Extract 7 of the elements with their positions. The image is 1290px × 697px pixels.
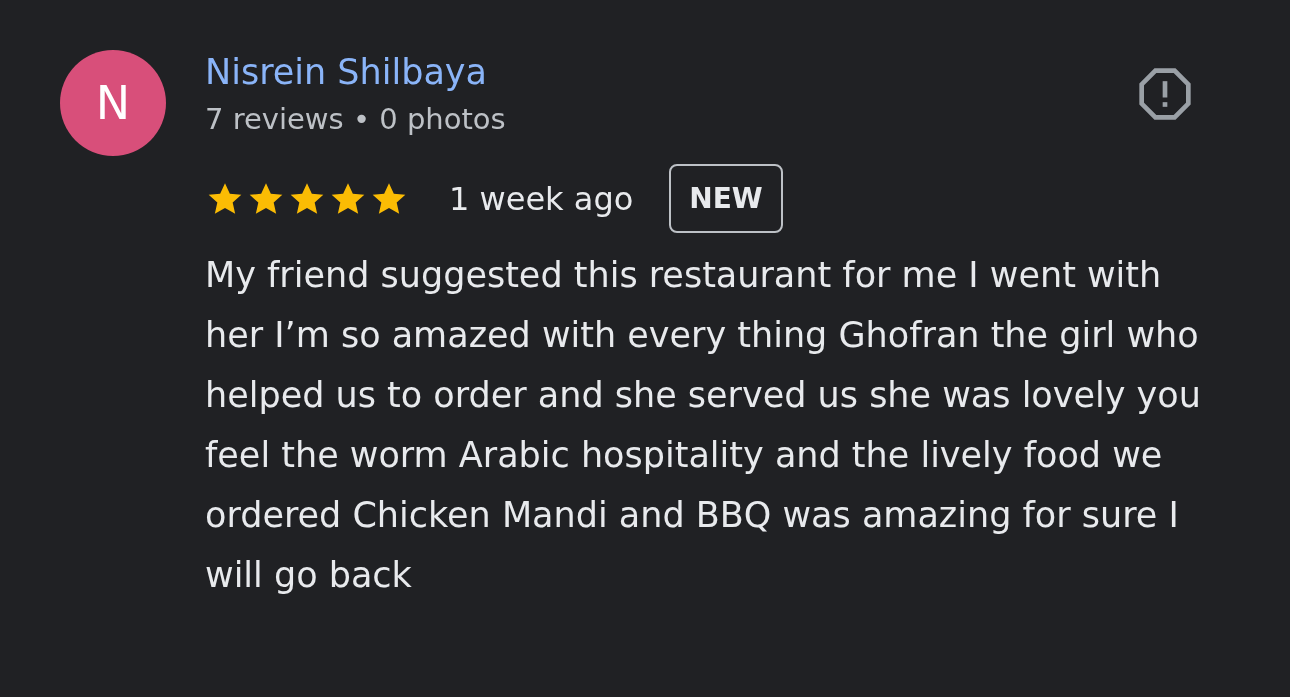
report-icon[interactable] — [1137, 66, 1193, 122]
review-text: My friend suggested this restaurant for me I went with her I’m so amazed with every thing Ghofran the girl who helped us to order and she served us she was lovely you feel the worm Arabic hospitality and the lively food we ordered Chicken Mandi and BBQ was amazing for sure I will go back — [205, 254, 1202, 597]
author-name[interactable]: Nisrein Shilbaya — [205, 50, 506, 94]
author-stats: 7 reviews • 0 photos — [205, 101, 506, 138]
review-time: 1 week ago — [449, 179, 634, 218]
avatar[interactable]: N — [60, 50, 166, 156]
new-badge: NEW — [669, 164, 783, 233]
